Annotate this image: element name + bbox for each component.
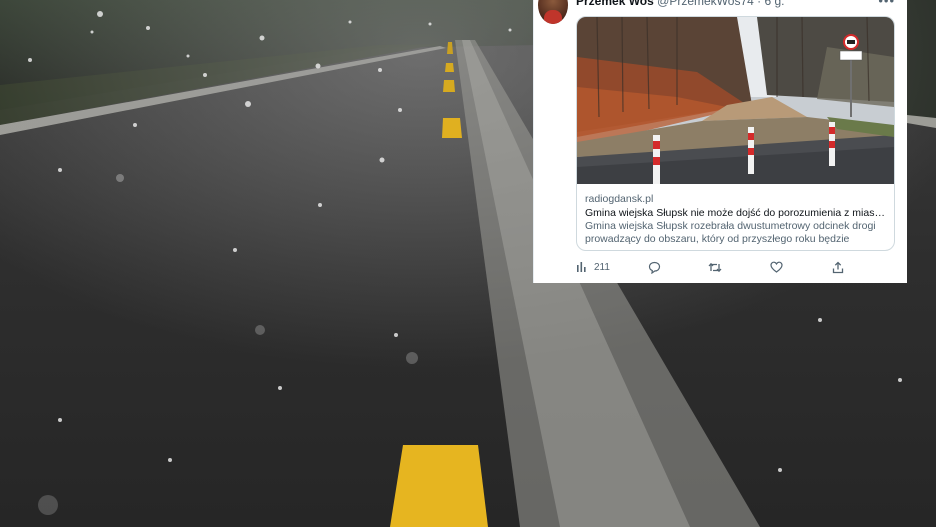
separator-dot: · (757, 0, 762, 8)
author-name[interactable]: Przemek Woś (576, 0, 654, 8)
reply-bubble-icon (648, 261, 661, 274)
link-card[interactable]: radiogdansk.pl Gmina wiejska Słupsk nie … (576, 16, 895, 251)
retweet-button[interactable] (708, 258, 722, 276)
reply-button[interactable] (648, 258, 661, 276)
views-button[interactable]: 211 (576, 258, 610, 276)
card-domain: radiogdansk.pl (585, 193, 654, 205)
tweet-time[interactable]: 6 g. (765, 0, 785, 8)
tweet-header: Przemek Woś @PrzemekWos74 · 6 g. (576, 0, 785, 8)
card-title: Gmina wiejska Słupsk nie może dojść do p… (585, 207, 887, 219)
more-dots-icon[interactable]: ••• (878, 0, 895, 8)
tweet-actions: 211 (576, 258, 895, 276)
heart-icon (770, 261, 783, 273)
card-description: Gmina wiejska Słupsk rozebrała dwustumet… (585, 220, 876, 245)
analytics-bar-icon (577, 262, 586, 272)
share-button[interactable] (832, 258, 844, 276)
retweet-icon (708, 262, 722, 272)
avatar[interactable] (538, 0, 568, 24)
background-road-scene: Przemek Woś @PrzemekWos74 · 6 g. ••• rad… (0, 0, 936, 527)
share-upload-icon (832, 261, 844, 273)
embedded-tweet[interactable]: Przemek Woś @PrzemekWos74 · 6 g. ••• rad… (533, 0, 907, 283)
card-photo (577, 17, 894, 184)
views-count: 211 (594, 261, 610, 273)
like-button[interactable] (770, 258, 783, 276)
author-handle[interactable]: @PrzemekWos74 (657, 0, 754, 8)
card-text: radiogdansk.pl Gmina wiejska Słupsk nie … (585, 192, 887, 246)
